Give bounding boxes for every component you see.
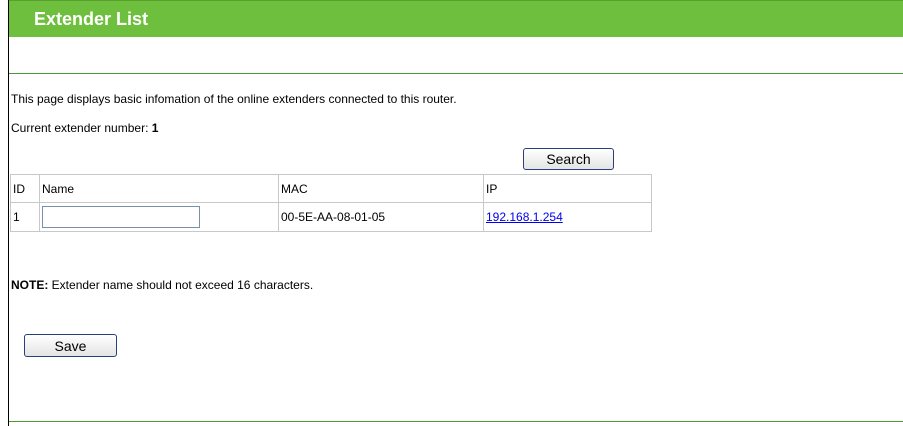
search-button[interactable]: Search [523, 148, 614, 170]
extender-name-input[interactable] [42, 206, 200, 228]
divider-bottom [9, 421, 903, 422]
column-header-id: ID [10, 174, 40, 203]
cell-id: 1 [10, 202, 40, 232]
table-header-row: ID Name MAC IP [10, 174, 652, 203]
cell-name [39, 202, 279, 232]
intro-text: This page displays basic infomation of t… [11, 92, 457, 106]
note-text: NOTE: Extender name should not exceed 16… [11, 278, 313, 292]
page-frame: Extender List This page displays basic i… [8, 0, 903, 426]
cell-ip: 192.168.1.254 [483, 202, 652, 232]
column-header-ip: IP [483, 174, 652, 203]
extender-count-value: 1 [151, 121, 159, 135]
cell-mac: 00-5E-AA-08-01-05 [278, 202, 484, 232]
extender-count: Current extender number: 1 [11, 121, 158, 135]
extender-table: ID Name MAC IP 1 00-5E-AA-08-01-05 192.1… [10, 174, 652, 232]
column-header-name: Name [39, 174, 279, 203]
title-bar: Extender List [9, 0, 903, 37]
table-row: 1 00-5E-AA-08-01-05 192.168.1.254 [10, 202, 652, 232]
save-button[interactable]: Save [24, 334, 117, 357]
note-body: Extender name should not exceed 16 chara… [48, 278, 314, 292]
note-label: NOTE: [11, 278, 49, 292]
ip-link[interactable]: 192.168.1.254 [486, 210, 563, 224]
page-title: Extender List [34, 9, 149, 29]
divider-top [9, 73, 903, 74]
extender-count-label: Current extender number: [11, 121, 149, 135]
column-header-mac: MAC [278, 174, 484, 203]
